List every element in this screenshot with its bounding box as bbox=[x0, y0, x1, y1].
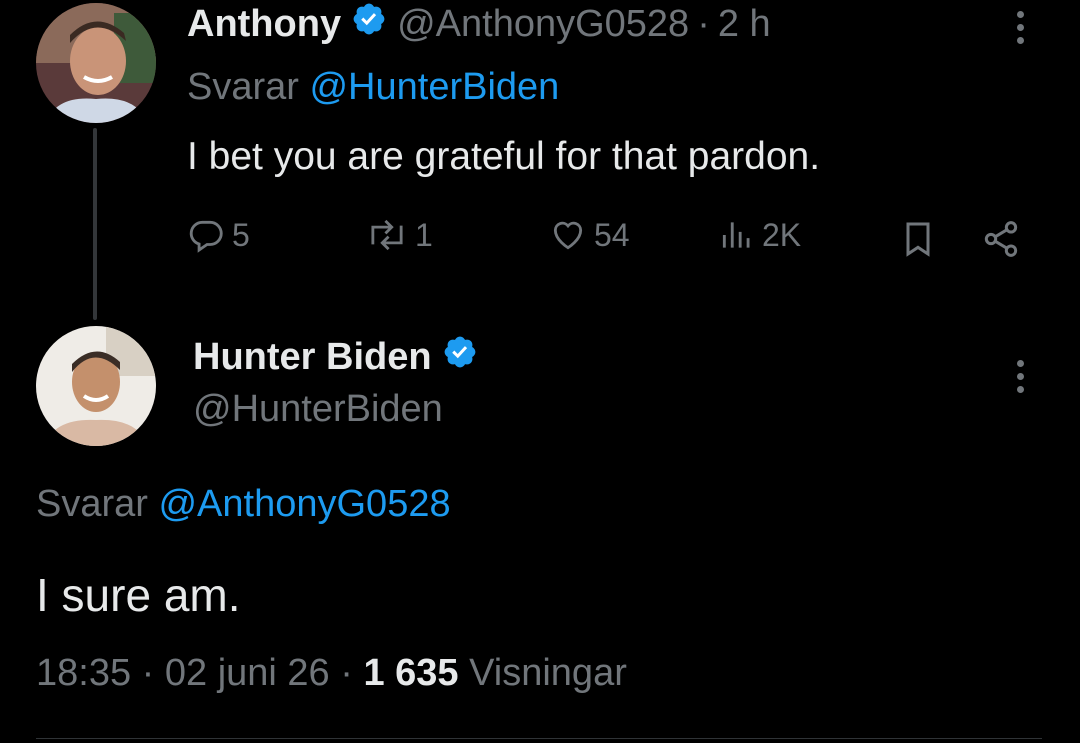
like-count: 54 bbox=[594, 216, 630, 253]
bookmark-icon[interactable] bbox=[898, 219, 938, 264]
like-icon bbox=[548, 216, 588, 254]
repost-count: 1 bbox=[415, 216, 433, 253]
reply-count: 5 bbox=[232, 216, 250, 253]
reply-replying-to: Svarar @HunterBiden bbox=[187, 66, 559, 109]
repost-icon bbox=[365, 216, 409, 254]
reply-icon bbox=[188, 216, 226, 254]
main-replying-to: Svarar @AnthonyG0528 bbox=[36, 483, 451, 526]
reply-tweet-text: I bet you are grateful for that pardon. bbox=[187, 135, 821, 178]
more-icon[interactable] bbox=[1000, 356, 1040, 396]
more-icon[interactable] bbox=[1000, 7, 1040, 47]
main-author-handle[interactable]: @HunterBiden bbox=[193, 388, 478, 431]
reply-action[interactable]: 5 bbox=[188, 216, 250, 254]
replying-prefix: Svarar bbox=[36, 483, 148, 525]
like-action[interactable]: 54 bbox=[548, 216, 630, 254]
meta-separator: · bbox=[340, 652, 353, 694]
main-tweet-meta: 18:35 · 02 juni 26 · 1 635 Visningar bbox=[36, 652, 627, 695]
verified-badge-icon bbox=[351, 1, 387, 47]
hunter-avatar[interactable] bbox=[36, 326, 156, 446]
replying-prefix: Svarar bbox=[187, 66, 299, 108]
replying-to-mention[interactable]: @HunterBiden bbox=[309, 66, 559, 108]
views-icon bbox=[718, 216, 756, 254]
meta-separator: · bbox=[141, 652, 155, 694]
reply-author-handle[interactable]: @AnthonyG0528 bbox=[397, 3, 689, 46]
views-action[interactable]: 2K bbox=[718, 216, 801, 254]
thread-connector-line bbox=[93, 128, 97, 320]
views-count: 2K bbox=[762, 216, 802, 253]
share-icon[interactable] bbox=[980, 219, 1022, 264]
main-author-block: Hunter Biden @HunterBiden bbox=[193, 334, 478, 431]
reply-time-ago[interactable]: 2 h bbox=[718, 3, 771, 46]
header-separator: · bbox=[697, 2, 710, 45]
reply-tweet-header: Anthony @AnthonyG0528 · 2 h bbox=[187, 0, 771, 48]
views-count: 1 635 bbox=[363, 652, 459, 694]
repost-action[interactable]: 1 bbox=[365, 216, 433, 254]
tweet-time[interactable]: 18:35 bbox=[36, 652, 131, 694]
main-tweet-text: I sure am. bbox=[36, 569, 241, 621]
anthony-avatar[interactable] bbox=[36, 3, 156, 123]
replying-to-mention[interactable]: @AnthonyG0528 bbox=[158, 483, 450, 525]
main-author-name[interactable]: Hunter Biden bbox=[193, 336, 432, 379]
reply-author-name[interactable]: Anthony bbox=[187, 3, 341, 46]
divider bbox=[36, 738, 1042, 739]
tweet-date[interactable]: 02 juni 26 bbox=[165, 652, 330, 694]
verified-badge-icon bbox=[442, 334, 478, 380]
views-label: Visningar bbox=[469, 652, 627, 694]
